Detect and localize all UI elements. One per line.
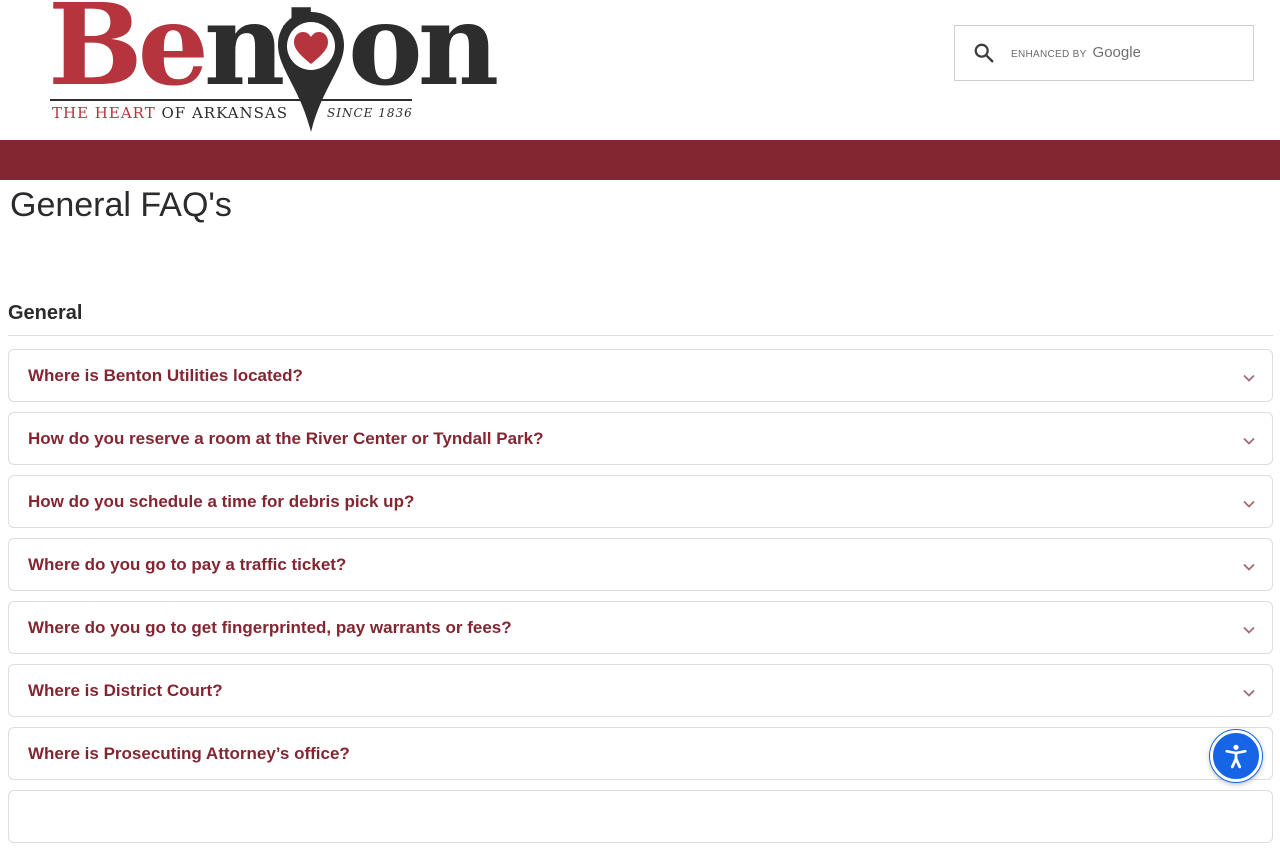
section-title: General (8, 302, 83, 324)
page-title: General FAQ's (10, 186, 232, 224)
search-placeholder: ENHANCED BY Google (1011, 44, 1141, 61)
chevron-down-icon (1243, 500, 1255, 508)
chevron-down-icon (1243, 626, 1255, 634)
chevron-down-icon (1243, 374, 1255, 382)
faq-question: Where is Benton Utilities located? (28, 366, 303, 385)
faq-question: How do you schedule a time for debris pi… (28, 492, 415, 511)
google-label: Google (1092, 44, 1141, 61)
chevron-down-icon (1243, 563, 1255, 571)
logo-since: SINCE 1836 (327, 106, 413, 120)
chevron-down-icon (1243, 437, 1255, 445)
search-input[interactable]: ENHANCED BY Google (954, 25, 1254, 81)
site-header: Bent on THE HEART OF ARKANSAS SINCE 1836… (0, 0, 1280, 140)
search-icon[interactable] (973, 42, 995, 64)
faq-item[interactable]: Where do you go to pay a traffic ticket? (8, 538, 1273, 591)
faq-question: Where is Prosecuting Attorney’s office? (28, 744, 350, 763)
faq-question: Where do you go to get fingerprinted, pa… (28, 618, 512, 637)
logo-wordmark-end: on (348, 0, 499, 111)
faq-list: Where is Benton Utilities located? How d… (8, 349, 1273, 853)
faq-item[interactable]: How do you schedule a time for debris pi… (8, 475, 1273, 528)
chevron-down-icon (1243, 689, 1255, 697)
faq-item[interactable]: How do you reserve a room at the River C… (8, 412, 1273, 465)
logo-underline (50, 99, 412, 101)
section-divider (8, 335, 1273, 336)
benton-logo[interactable]: Bent on THE HEART OF ARKANSAS SINCE 1836 (48, 0, 499, 136)
enhanced-by-label: ENHANCED BY (1011, 49, 1087, 60)
faq-item[interactable]: Where do you go to get fingerprinted, pa… (8, 601, 1273, 654)
faq-item[interactable]: Where is Prosecuting Attorney’s office? (8, 727, 1273, 780)
faq-question: How do you reserve a room at the River C… (28, 429, 544, 448)
accessibility-button[interactable] (1210, 730, 1262, 782)
main-nav-bar (0, 140, 1280, 180)
faq-item[interactable]: Where is Benton Utilities located? (8, 349, 1273, 402)
faq-question: Where is District Court? (28, 681, 223, 700)
faq-item[interactable] (8, 790, 1273, 843)
logo-tagline: THE HEART OF ARKANSAS (52, 104, 289, 122)
accessibility-icon (1225, 744, 1247, 769)
faq-question: Where do you go to pay a traffic ticket? (28, 555, 347, 574)
faq-item[interactable]: Where is District Court? (8, 664, 1273, 717)
